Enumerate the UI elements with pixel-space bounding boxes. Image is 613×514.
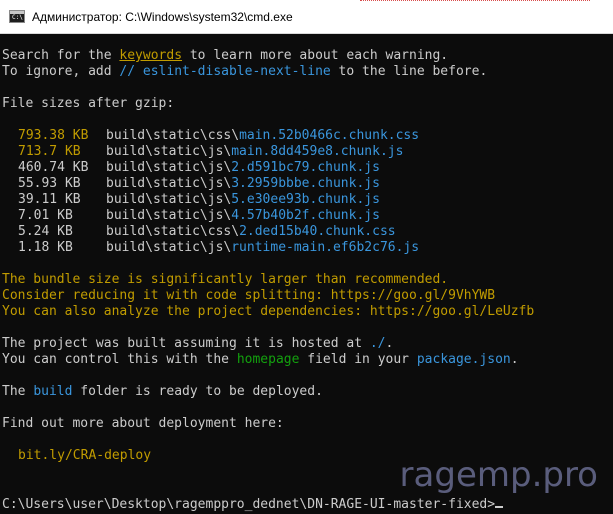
file-size-value: 460.74 KB [18, 160, 89, 175]
cmd-icon: C:\ [9, 10, 25, 23]
file-size-value: 7.01 KB [18, 208, 73, 223]
file-size-value: 55.93 KB [18, 176, 81, 191]
file-size-value: 793.38 KB [18, 128, 89, 143]
file-directory: build\static\js\ [106, 208, 232, 223]
file-name: runtime-main.ef6b2c76.js [231, 240, 420, 255]
console-line-analyze: You can also analyze the project depende… [2, 304, 535, 319]
file-name: 2.ded15b40.chunk.css [239, 224, 396, 239]
file-size-row: 460.74 KB build\static\js\2.d591bc79.chun… [18, 160, 380, 176]
text-cursor [495, 506, 504, 508]
console-line-hosted: The project was built assuming it is hos… [2, 336, 394, 351]
file-name: 2.d591bc79.chunk.js [231, 160, 380, 175]
title-bar[interactable]: C:\ Администратор: C:\Windows\system32\c… [0, 0, 613, 34]
host-path: ./ [369, 336, 386, 351]
file-directory: build\static\css\ [106, 224, 240, 239]
file-directory: build\static\js\ [106, 192, 232, 207]
file-directory: build\static\js\ [106, 176, 232, 191]
file-size-row: 1.18 KB build\static\js\runtime-main.ef6b… [18, 240, 419, 256]
file-name: 4.57b40b2f.chunk.js [231, 208, 380, 223]
file-size-row: 39.11 KB build\static\js\5.e30ee93b.chunk… [18, 192, 380, 208]
eslint-comment: // eslint-disable-next-line [119, 64, 331, 79]
file-directory: build\static\js\ [106, 160, 232, 175]
file-name: main.8dd459e8.chunk.js [231, 144, 404, 159]
homepage-field: homepage [236, 352, 300, 367]
file-size-value: 1.18 KB [18, 240, 73, 255]
console-line-file-sizes: File sizes after gzip: [2, 96, 175, 111]
file-size-row: 713.7 KB build\static\js\main.8dd459e8.ch… [18, 144, 403, 160]
command-prompt[interactable]: C:\Users\user\Desktop\ragemppro_dednet\D… [2, 497, 504, 513]
console-line-find-out: Find out more about deployment here: [2, 416, 284, 431]
title-decoration [360, 0, 590, 4]
cmd-icon-label: C:\ [12, 14, 23, 21]
package-json: package.json [416, 352, 511, 367]
watermark-text: ragemp.pro [399, 455, 598, 495]
file-size-value: 39.11 KB [18, 192, 81, 207]
file-name: 3.2959bbbe.chunk.js [231, 176, 380, 191]
file-name: 5.e30ee93b.chunk.js [231, 192, 380, 207]
file-size-value: 713.7 KB [18, 144, 81, 159]
console-output[interactable]: Search for the keywords to learn more ab… [0, 34, 613, 514]
console-line-homepage: You can control this with the homepage f… [2, 352, 519, 367]
console-line-bundle-warning: The bundle size is significantly larger … [2, 272, 449, 287]
keywords-text: keywords [119, 48, 183, 63]
file-directory: build\static\js\ [106, 240, 232, 255]
console-line-keywords: Search for the keywords to learn more ab… [2, 48, 449, 63]
file-size-value: 5.24 KB [18, 224, 73, 239]
file-size-row: 5.24 KB build\static\css\2.ded15b40.chunk… [18, 224, 396, 240]
file-size-row: 793.38 KB build\static\css\main.52b0466c.… [18, 128, 419, 144]
console-line-build-ready: The build folder is ready to be deployed… [2, 384, 323, 399]
deploy-link[interactable]: bit.ly/CRA-deploy [18, 448, 151, 464]
window-title: Администратор: C:\Windows\system32\cmd.e… [32, 10, 293, 24]
cmd-window: C:\ Администратор: C:\Windows\system32\c… [0, 0, 613, 514]
file-directory: build\static\css\ [106, 128, 240, 143]
file-size-row: 7.01 KB build\static\js\4.57b40b2f.chunk.… [18, 208, 380, 224]
console-line-ignore: To ignore, add // eslint-disable-next-li… [2, 64, 488, 79]
console-line-code-splitting: Consider reducing it with code splitting… [2, 288, 496, 303]
build-folder: build [33, 384, 73, 399]
file-name: main.52b0466c.chunk.css [239, 128, 420, 143]
file-size-row: 55.93 KB build\static\js\3.2959bbbe.chunk… [18, 176, 380, 192]
file-directory: build\static\js\ [106, 144, 232, 159]
